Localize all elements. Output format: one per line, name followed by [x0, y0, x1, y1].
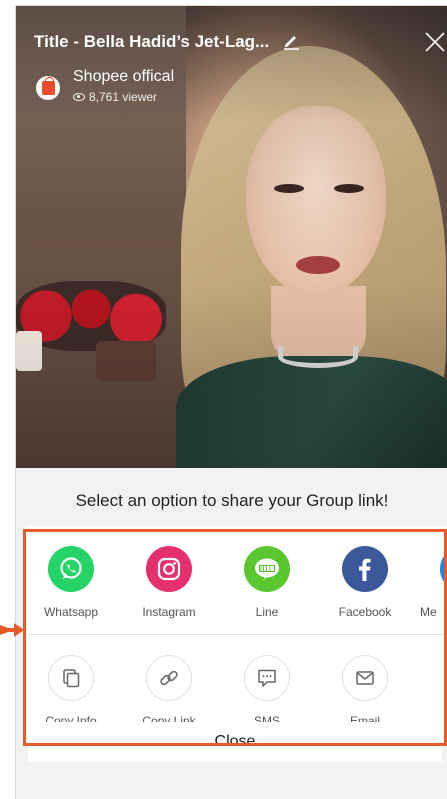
channel-name: Shopee offical — [73, 68, 175, 85]
eye-icon — [73, 93, 85, 101]
share-prompt: Select an option to share your Group lin… — [75, 491, 389, 510]
highlight-box — [23, 529, 447, 746]
edit-pencil-icon[interactable] — [282, 32, 300, 50]
stage: Title - Bella Hadid’s Jet-Lag... Shopee … — [0, 0, 447, 799]
shopee-logo — [36, 76, 60, 100]
video-title: Title - Bella Hadid’s Jet-Lag... — [34, 32, 270, 51]
live-video[interactable]: Title - Bella Hadid’s Jet-Lag... Shopee … — [16, 6, 447, 468]
close-icon[interactable] — [424, 31, 446, 53]
arrow-pointer-icon — [0, 623, 24, 637]
viewer-count: 8,761 viewer — [73, 90, 157, 104]
